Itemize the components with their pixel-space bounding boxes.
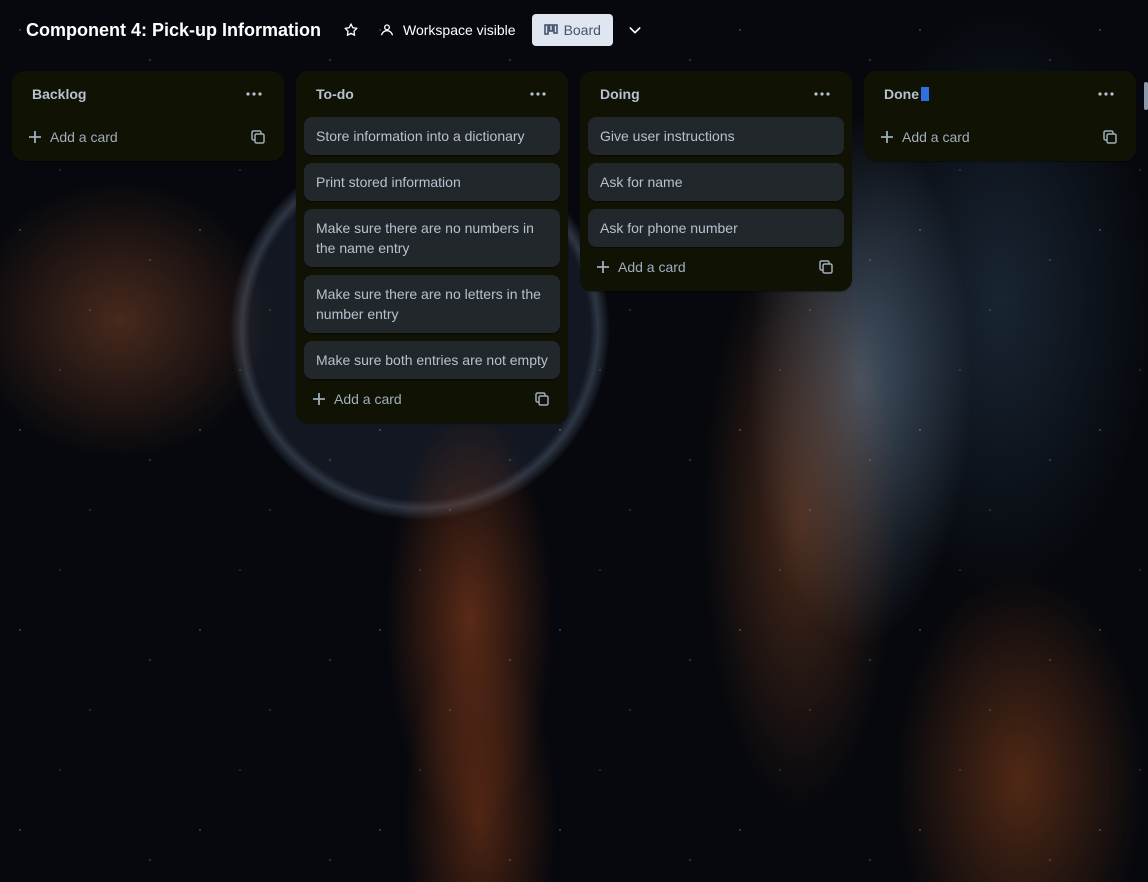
workspace-visibility-icon [381, 24, 393, 36]
text-cursor-icon [921, 87, 931, 101]
chevron-down-icon [629, 27, 641, 34]
card[interactable]: Ask for phone number [588, 209, 844, 247]
card[interactable]: Ask for name [588, 163, 844, 201]
list-menu-button[interactable] [522, 78, 554, 110]
list-done: Done Add a card [864, 71, 1136, 161]
create-from-template-button[interactable] [814, 255, 838, 279]
list-header: Backlog [20, 71, 276, 117]
template-icon [251, 130, 265, 144]
card[interactable]: Make sure both entries are not empty [304, 341, 560, 379]
plus-icon [29, 131, 41, 143]
star-icon [344, 23, 358, 36]
workspace-visibility-label: Workspace visible [403, 22, 516, 38]
list-title[interactable]: To-do [316, 86, 354, 102]
list-menu-button[interactable] [806, 78, 838, 110]
template-icon [819, 260, 833, 274]
list-header: Doing [588, 71, 844, 117]
star-button[interactable] [337, 16, 365, 44]
list-title[interactable]: Backlog [32, 86, 86, 102]
card[interactable]: Give user instructions [588, 117, 844, 155]
card[interactable]: Make sure there are no letters in the nu… [304, 275, 560, 333]
plus-icon [881, 131, 893, 143]
card[interactable]: Print stored information [304, 163, 560, 201]
list-menu-button[interactable] [238, 78, 270, 110]
list-title-text: Done [884, 86, 919, 102]
template-icon [535, 392, 549, 406]
next-list-edge[interactable] [1144, 82, 1148, 110]
card[interactable]: Store information into a dictionary [304, 117, 560, 155]
template-icon [1103, 130, 1117, 144]
add-card-label: Add a card [334, 391, 402, 407]
card[interactable]: Make sure there are no numbers in the na… [304, 209, 560, 267]
add-card-button[interactable]: Add a card [28, 129, 118, 145]
add-card-row: Add a card [588, 251, 844, 283]
add-card-label: Add a card [618, 259, 686, 275]
create-from-template-button[interactable] [246, 125, 270, 149]
list-backlog: Backlog Add a card [12, 71, 284, 161]
list-to-do: To-do Store information into a dictionar… [296, 71, 568, 423]
add-card-button[interactable]: Add a card [880, 129, 970, 145]
board-view-button[interactable]: Board [531, 14, 613, 46]
board-view-icon [543, 24, 558, 35]
board-title[interactable]: Component 4: Pick-up Information [26, 20, 321, 41]
list-title[interactable]: Doing [600, 86, 640, 102]
list-title[interactable]: Done [884, 86, 931, 102]
create-from-template-button[interactable] [530, 387, 554, 411]
add-card-label: Add a card [902, 129, 970, 145]
card-list: Give user instructions Ask for name Ask … [588, 117, 844, 247]
view-switcher-button[interactable] [623, 18, 647, 42]
board-view-label: Board [563, 22, 601, 38]
plus-icon [313, 393, 325, 405]
plus-icon [597, 261, 609, 273]
card-list: Store information into a dictionary Prin… [304, 117, 560, 379]
list-doing: Doing Give user instructions Ask for nam… [580, 71, 852, 291]
more-icon [814, 92, 830, 96]
list-menu-button[interactable] [1090, 78, 1122, 110]
list-header: To-do [304, 71, 560, 117]
more-icon [246, 92, 262, 96]
board-header: Component 4: Pick-up Information Workspa… [0, 0, 1148, 60]
add-card-row: Add a card [20, 121, 276, 153]
add-card-label: Add a card [50, 129, 118, 145]
workspace-visibility-button[interactable]: Workspace visible [379, 22, 516, 38]
add-card-button[interactable]: Add a card [596, 259, 686, 275]
create-from-template-button[interactable] [1098, 125, 1122, 149]
add-card-row: Add a card [872, 121, 1128, 153]
more-icon [1098, 92, 1114, 96]
add-card-row: Add a card [304, 383, 560, 415]
list-header: Done [872, 71, 1128, 117]
more-icon [530, 92, 546, 96]
add-card-button[interactable]: Add a card [312, 391, 402, 407]
